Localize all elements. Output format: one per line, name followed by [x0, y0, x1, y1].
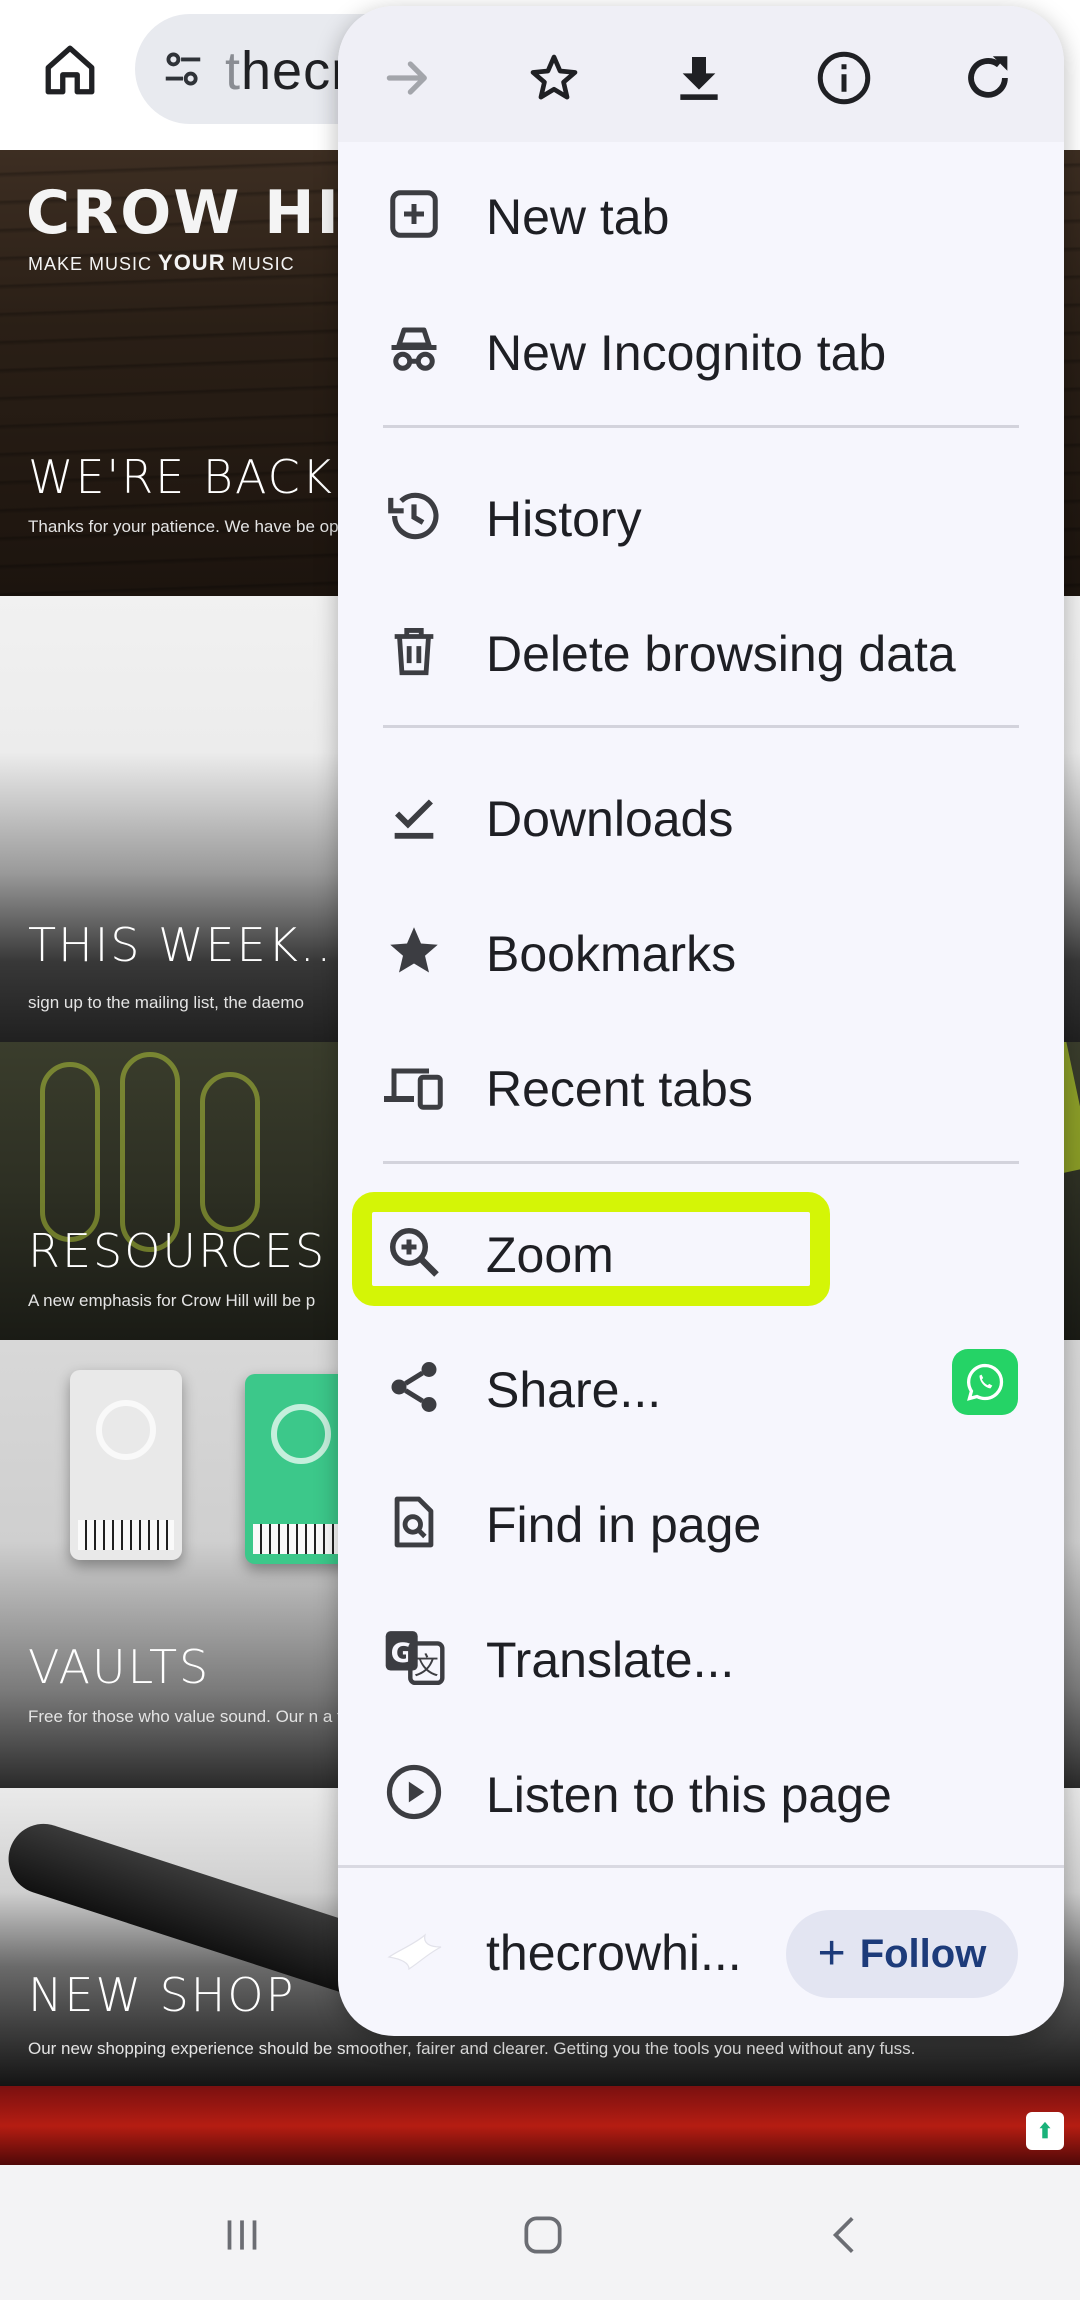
cable-illustration	[40, 1062, 100, 1242]
home-nav-button[interactable]	[503, 2195, 583, 2275]
cable-illustration	[200, 1072, 260, 1232]
menu-item-new-tab[interactable]: New tab	[338, 146, 1064, 282]
menu-item-label: History	[486, 491, 642, 547]
menu-item-label: Recent tabs	[486, 1061, 753, 1117]
menu-item-delete-browsing-data[interactable]: Delete browsing data	[338, 583, 1064, 719]
site-settings-icon[interactable]	[155, 41, 211, 97]
reload-icon	[968, 56, 1008, 98]
back-chevron-icon	[832, 2217, 854, 2253]
recents-icon	[227, 2220, 257, 2250]
menu-item-label: Listen to this page	[486, 1767, 892, 1823]
downloads-check-icon	[380, 782, 448, 850]
menu-item-label: Zoom	[486, 1227, 614, 1283]
trash-icon	[380, 617, 448, 685]
menu-item-find-in-page[interactable]: Find in page	[338, 1454, 1064, 1590]
menu-item-recent-tabs[interactable]: Recent tabs	[338, 1018, 1064, 1154]
panel-title: VAULTS	[28, 1640, 211, 1694]
translate-icon: G文	[380, 1623, 448, 1691]
menu-item-bookmarks[interactable]: Bookmarks	[338, 883, 1064, 1019]
star-icon	[380, 917, 448, 985]
bookmark-page-button[interactable]	[506, 30, 602, 126]
menu-item-history[interactable]: History	[338, 448, 1064, 584]
menu-item-label: New Incognito tab	[486, 325, 887, 381]
page-info-button[interactable]	[796, 30, 892, 126]
download-icon	[680, 57, 718, 100]
panel-next[interactable]	[0, 2086, 1080, 2165]
site-favicon-icon	[382, 1920, 448, 1986]
bookmark-star-icon	[530, 54, 578, 100]
home-icon	[45, 45, 95, 95]
home-button[interactable]	[30, 30, 110, 110]
devices-icon	[380, 1052, 448, 1120]
history-icon	[380, 482, 448, 550]
find-in-page-icon	[380, 1488, 448, 1556]
menu-item-label: Delete browsing data	[486, 626, 956, 682]
svg-text:文: 文	[414, 1651, 439, 1680]
menu-divider	[383, 1161, 1019, 1164]
menu-divider	[383, 425, 1019, 428]
download-page-button[interactable]	[651, 30, 747, 126]
synth-device-image	[70, 1370, 182, 1560]
menu-item-label: Find in page	[486, 1497, 762, 1553]
recents-button[interactable]	[202, 2195, 282, 2275]
new-tab-icon	[380, 180, 448, 248]
follow-label: Follow	[859, 1931, 987, 1976]
menu-item-listen-to-this-page[interactable]: Listen to this page	[338, 1724, 1064, 1860]
panel-text: Our new shopping experience should be sm…	[28, 2039, 916, 2058]
brand-tagline: MAKE MUSIC YOUR MUSIC	[28, 250, 295, 275]
panel-title: RESOURCES	[28, 1224, 327, 1278]
home-square-icon	[524, 2216, 562, 2254]
system-nav-bar	[0, 2165, 1080, 2300]
incognito-icon	[380, 316, 448, 384]
site-follow-row: thecrowhi... + Follow	[338, 1868, 1064, 2036]
menu-item-label: Share...	[486, 1362, 662, 1418]
forward-button[interactable]	[360, 30, 456, 126]
follow-button[interactable]: + Follow	[786, 1910, 1018, 1998]
url-text: thecr	[225, 41, 351, 101]
menu-item-label: Bookmarks	[486, 926, 737, 982]
site-name: thecrowhi...	[486, 1925, 742, 1981]
menu-divider	[383, 725, 1019, 728]
menu-item-translate[interactable]: G文 Translate...	[338, 1589, 1064, 1725]
share-icon	[380, 1353, 448, 1421]
menu-item-label: Downloads	[486, 791, 734, 847]
menu-action-bar	[338, 6, 1064, 142]
menu-item-label: New tab	[486, 189, 670, 245]
menu-item-zoom[interactable]: Zoom	[338, 1184, 1064, 1320]
play-circle-icon	[380, 1758, 448, 1826]
menu-item-downloads[interactable]: Downloads	[338, 748, 1064, 884]
menu-item-label: Translate...	[486, 1632, 735, 1688]
whatsapp-icon	[967, 1363, 1004, 1401]
forward-icon	[386, 61, 427, 95]
scroll-top-icon[interactable]	[1026, 2112, 1064, 2150]
panel-title: WE'RE BACK	[28, 450, 334, 504]
zoom-in-icon	[380, 1218, 448, 1286]
cable-illustration	[120, 1052, 180, 1252]
menu-item-new-incognito-tab[interactable]: New Incognito tab	[338, 282, 1064, 418]
whatsapp-share-button[interactable]	[952, 1349, 1018, 1415]
panel-title: THIS WEEK...	[28, 918, 350, 972]
reload-button[interactable]	[940, 30, 1036, 126]
overflow-menu: New tab New Incognito tab History Delete…	[338, 6, 1064, 2036]
info-icon	[817, 51, 871, 105]
panel-title: NEW SHOP	[28, 1968, 296, 2022]
plus-icon: +	[817, 1927, 846, 1980]
back-button[interactable]	[806, 2195, 886, 2275]
